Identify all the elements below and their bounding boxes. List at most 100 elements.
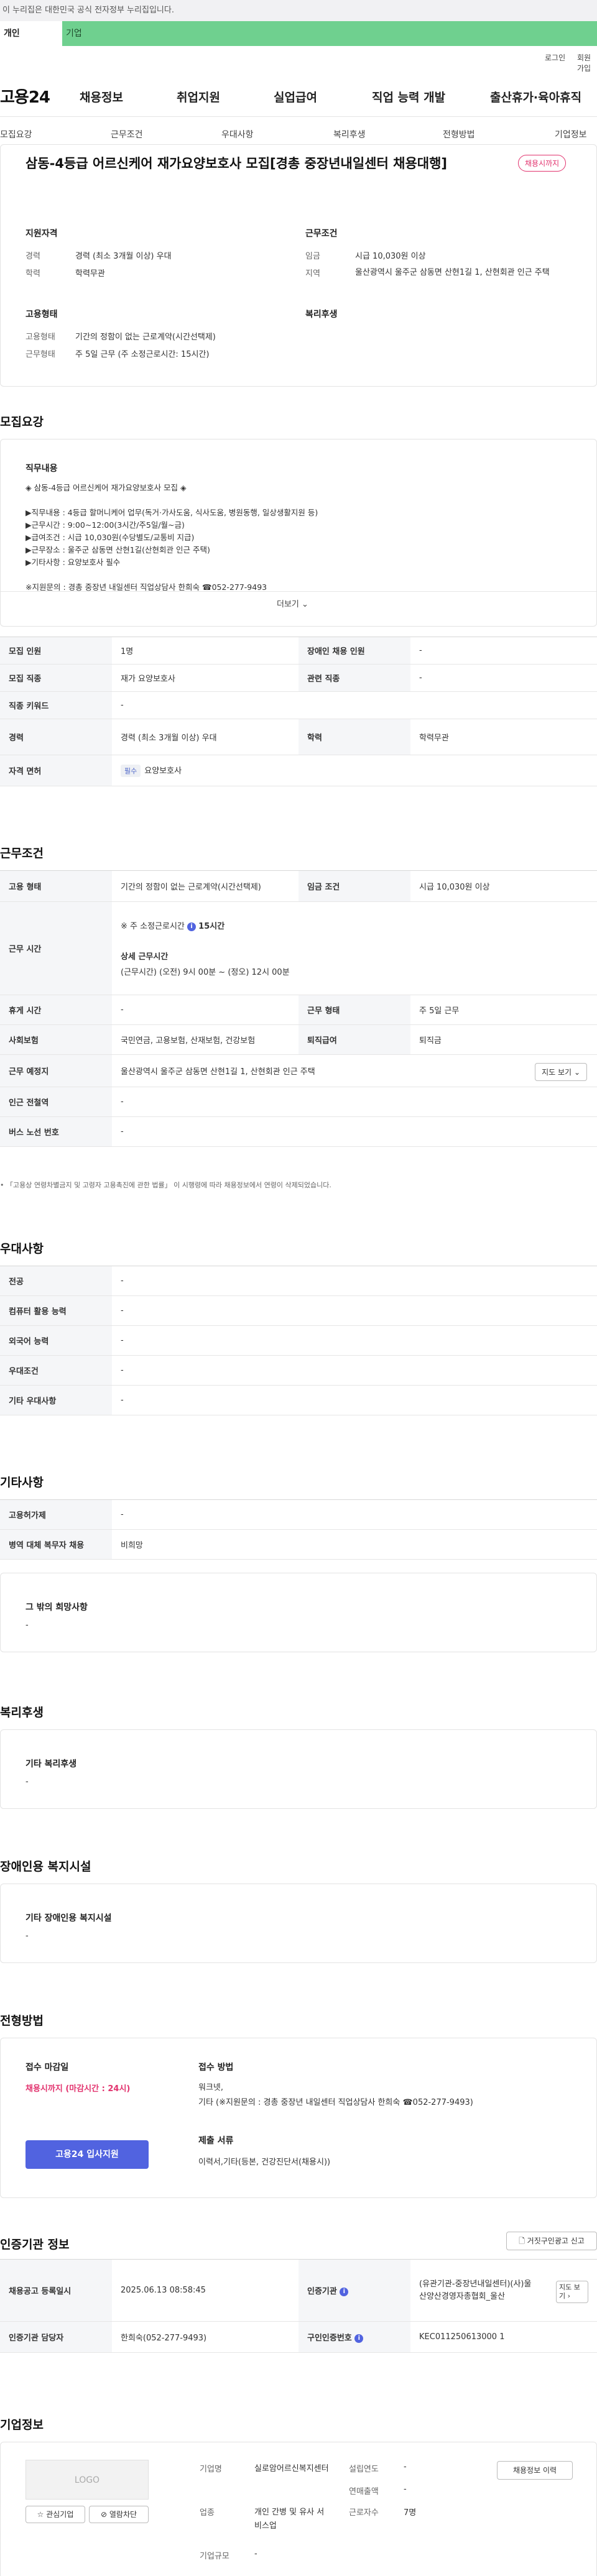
- divider: [1, 591, 596, 592]
- apply-button[interactable]: 고용24 입사지원: [25, 2140, 149, 2169]
- table-row: 경력 경력 (최소 3개월 이상) 우대 학력 학력무관: [0, 719, 597, 755]
- qual-value: 경력 (최소 3개월 이상) 우대: [75, 252, 172, 261]
- hours-detail-title: 상세 근무시간: [121, 952, 169, 962]
- cond-label: 지역: [305, 269, 320, 278]
- founded-label: 설립연도: [349, 2465, 379, 2474]
- org-map-button[interactable]: 지도 보기 ›: [556, 2281, 588, 2303]
- tab-person[interactable]: 개인: [0, 21, 62, 46]
- tab-company[interactable]: 기업: [62, 21, 597, 46]
- pref-section-title: 우대사항: [0, 1242, 44, 1256]
- hours-label: 근무 시간: [0, 901, 112, 995]
- emp-value: 기간의 정함이 없는 근로계약(시간선택제): [75, 333, 216, 342]
- rest-value: -: [112, 995, 298, 1025]
- work-form-label: 근무 형태: [298, 995, 410, 1025]
- chevron-down-icon: ⌄: [573, 1068, 580, 1077]
- etc-label: 고용허가제: [0, 1499, 112, 1530]
- org-cell: (유관기관-중장년내일센터)(사)울산양산경영자총협회_울산 지도 보기 ›: [410, 2259, 597, 2322]
- false-ad-report-button[interactable]: 🗋 거짓구인광고 신고: [506, 2232, 597, 2250]
- insurance-value: 국민연금, 고용보험, 산재보험, 건강보험: [112, 1024, 298, 1055]
- industry-label: 업종: [200, 2508, 215, 2518]
- sub-nav-welfare[interactable]: 복리후생: [333, 128, 366, 140]
- manager-value: 한희숙(052-277-9493): [112, 2321, 298, 2353]
- docs-label: 제출 서류: [198, 2136, 234, 2146]
- method-label: 접수 방법: [198, 2063, 234, 2072]
- keyword-value: -: [112, 691, 597, 719]
- emp-type-label: 고용 형태: [0, 870, 112, 902]
- pref-label: 전공: [0, 1266, 112, 1296]
- insurance-label: 사회보험: [0, 1024, 112, 1055]
- company-section-title: 기업정보: [0, 2418, 44, 2432]
- scale-label: 기업규모: [200, 2552, 229, 2561]
- gnb-vocational-training[interactable]: 직업 능력 개발: [372, 88, 445, 105]
- emp-type-value: 기간의 정함이 없는 근로계약(시간선택제): [112, 870, 298, 902]
- edu-label: 학력: [298, 719, 410, 755]
- deadline-label: 접수 마감일: [25, 2063, 69, 2072]
- pref-table: 전공 - 컴퓨터 활용 능력 - 외국어 능력 - 우대조건 - 기타 우대사항 -: [0, 1266, 597, 1415]
- gov-banner: 이 누리집은 대한민국 공식 전자정부 누리집입니다.: [0, 0, 597, 21]
- sub-nav-recruit[interactable]: 모집요강: [0, 128, 32, 140]
- sales-label: 연매출액: [349, 2487, 379, 2496]
- company-card: LOGO ☆ 관심기업 ⊘ 열람차단 기업명 실로암어르신복지센터 업종 개인 …: [0, 2442, 597, 2576]
- block-view-label: 열람차단: [109, 2510, 137, 2519]
- cond-title: 근무조건: [305, 229, 338, 239]
- employees-label: 근로자수: [349, 2508, 379, 2518]
- favorite-company-button[interactable]: ☆ 관심기업: [25, 2506, 85, 2523]
- table-row: 휴게 시간 - 근무 형태 주 5일 근무: [0, 995, 597, 1025]
- weekly-hours-label: 주 소정근로시간: [130, 922, 185, 931]
- favorite-company-label: 관심기업: [46, 2510, 74, 2519]
- gnb-jobs[interactable]: 채용정보: [80, 88, 123, 105]
- deadline-value: 채용시까지 (마감시간 : 24시): [25, 2084, 131, 2094]
- retire-value: 퇴직금: [410, 1024, 597, 1055]
- industry-value: 개인 간병 및 유사 서비스업: [254, 2508, 325, 2531]
- cert-table: 채용공고 등록일시 2025.06.13 08:58:45 인증기관 i (유관…: [0, 2259, 597, 2353]
- etc-label: 병역 대체 복무자 채용: [0, 1529, 112, 1560]
- pref-value: -: [112, 1385, 597, 1415]
- license-value-cell: 필수 요양보호사: [112, 755, 597, 786]
- job-value: 재가 요양보호사: [112, 664, 298, 692]
- sub-nav-selection[interactable]: 전형방법: [443, 128, 475, 140]
- cond-value: 울산광역시 울주군 삼동면 산현1길 1, 산현회관 인근 주택: [355, 268, 550, 277]
- pref-value: -: [112, 1295, 597, 1326]
- sub-nav-company[interactable]: 기업정보: [555, 128, 587, 140]
- map-view-label: 지도 보기: [542, 1068, 572, 1077]
- block-view-button[interactable]: ⊘ 열람차단: [89, 2506, 149, 2523]
- cert-no-label: 구인인증번호 i: [298, 2321, 410, 2353]
- hours-cell: ※ 주 소정근로시간 i 15시간 상세 근무시간 (근무시간) (오전) 9시…: [112, 901, 597, 995]
- wage-label: 임금 조건: [298, 870, 410, 902]
- reg-label: 채용공고 등록일시: [0, 2259, 112, 2322]
- info-icon[interactable]: i: [187, 922, 197, 931]
- gnb-parental-leave[interactable]: 출산휴가·육아휴직: [490, 88, 581, 105]
- info-icon[interactable]: i: [340, 2287, 349, 2296]
- cond-value: 시급 10,030원 이상: [355, 252, 426, 261]
- reg-value: 2025.06.13 08:58:45: [112, 2259, 298, 2322]
- table-row: 외국어 능력 -: [0, 1325, 597, 1356]
- etc-table: 고용허가제 - 병역 대체 복무자 채용 비희망: [0, 1499, 597, 1560]
- emp-label: 고용형태: [25, 333, 55, 342]
- gnb-employment-support[interactable]: 취업지원: [177, 88, 220, 105]
- disabled-value: -: [410, 637, 597, 665]
- bus-label: 버스 노선 번호: [0, 1116, 112, 1147]
- site-logo[interactable]: 고용24: [0, 85, 50, 108]
- emp-value: 주 5일 근무 (주 소정근로시간: 15시간): [75, 350, 210, 359]
- signup-link[interactable]: 회원가입: [577, 52, 597, 73]
- job-history-button[interactable]: 채용정보 이력: [497, 2461, 573, 2480]
- welfare-box-value: -: [25, 1777, 29, 1787]
- wage-value: 시급 10,030원 이상: [410, 870, 597, 902]
- job-summary-card: 삼동-4등급 어르신케어 재가요양보호사 모집[경총 중장년내일센터 채용대행]…: [0, 144, 597, 387]
- map-view-button[interactable]: 지도 보기 ⌄: [535, 1063, 587, 1081]
- sub-nav-preference[interactable]: 우대사항: [221, 128, 254, 140]
- welfare-box-title: 기타 복리후생: [25, 1759, 77, 1769]
- info-icon[interactable]: i: [354, 2334, 364, 2343]
- sub-nav-work[interactable]: 근무조건: [111, 128, 143, 140]
- table-row: 직종 키워드 -: [0, 691, 597, 719]
- rest-label: 휴게 시간: [0, 995, 112, 1025]
- retire-label: 퇴직급여: [298, 1024, 410, 1055]
- user-type-tabs: 개인 기업: [0, 21, 597, 46]
- gnb-unemployment-benefit[interactable]: 실업급여: [274, 88, 317, 105]
- login-link[interactable]: 로그인: [545, 52, 565, 63]
- disabled-section-title: 장애인용 복지시설: [0, 1860, 91, 1874]
- qual-value: 학력무관: [75, 269, 105, 278]
- license-value: 요양보호사: [144, 766, 182, 776]
- pref-label: 기타 우대사항: [0, 1385, 112, 1415]
- more-button[interactable]: 더보기 ⌄: [277, 597, 308, 609]
